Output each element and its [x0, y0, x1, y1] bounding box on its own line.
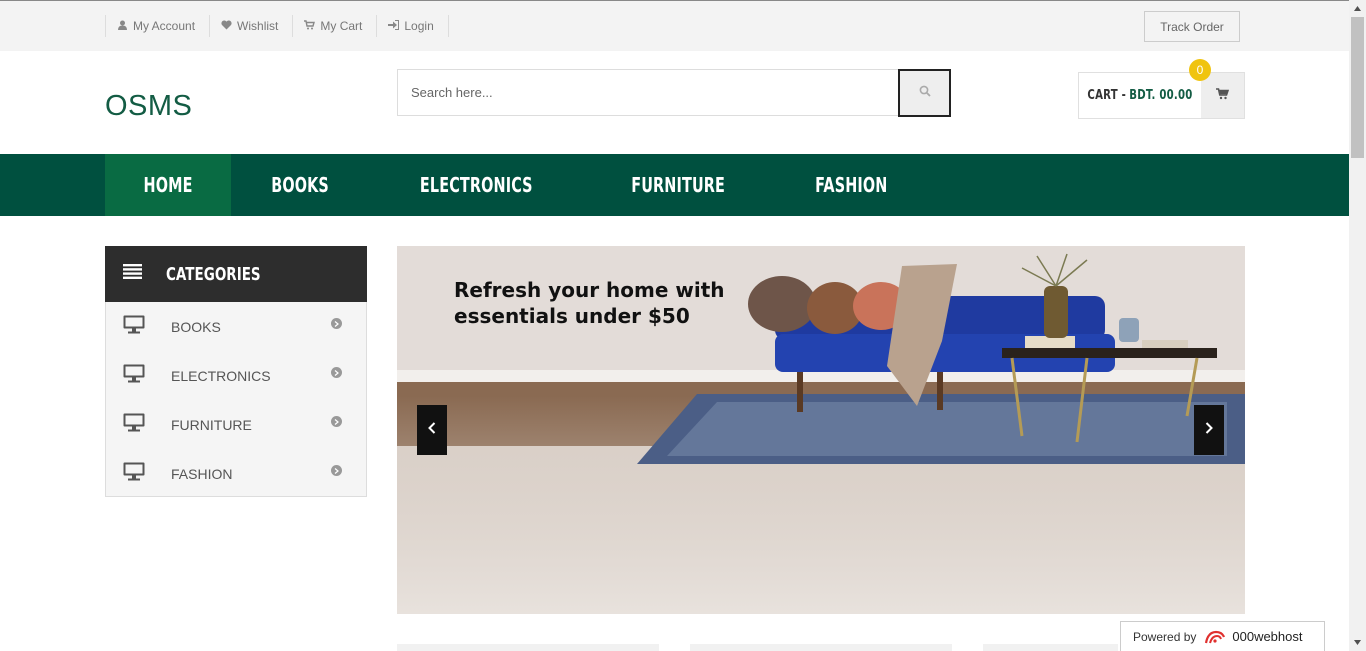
chevron-right-icon	[1205, 421, 1213, 439]
nav-item-furniture[interactable]: FURNITURE	[584, 154, 772, 216]
site-logo[interactable]: OSMS	[105, 90, 192, 123]
top-bar: My Account Wishlist My Cart Login Track …	[0, 0, 1349, 51]
search-input[interactable]	[397, 69, 899, 116]
login-label: Login	[404, 19, 434, 33]
track-order-button[interactable]: Track Order	[1144, 11, 1240, 42]
chevron-left-icon	[428, 421, 436, 439]
banner-headline: Refresh your home with essentials under …	[454, 277, 734, 329]
banner-headline-line-1: Refresh your home with	[454, 278, 725, 302]
cart-icon-box	[1201, 73, 1244, 118]
category-label: FASHION	[171, 465, 233, 482]
hero-banner[interactable]: Refresh your home with essentials under …	[397, 246, 1245, 614]
cart-summary-button[interactable]: CART - BDT. 00.00	[1078, 72, 1245, 119]
heart-icon	[221, 19, 232, 33]
main-nav: HOME BOOKS ELECTRONICS FURNITURE FASHION	[0, 154, 1349, 216]
chevron-right-icon	[331, 318, 342, 329]
webhost-logo-icon	[1204, 629, 1226, 645]
monitor-icon	[123, 462, 145, 486]
nav-item-electronics[interactable]: ELECTRONICS	[369, 154, 584, 216]
powered-by-label: Powered by	[1133, 629, 1197, 644]
scrollbar-thumb[interactable]	[1351, 17, 1364, 158]
cart-count-badge: 0	[1189, 59, 1211, 81]
category-item-books[interactable]: BOOKS	[106, 302, 366, 351]
category-label: BOOKS	[171, 318, 221, 335]
search-button[interactable]	[898, 69, 951, 117]
my-cart-label: My Cart	[320, 19, 363, 33]
monitor-icon	[123, 315, 145, 339]
cart-amount: BDT. 00.00	[1129, 88, 1193, 103]
nav-item-home[interactable]: HOME	[105, 154, 232, 216]
nav-item-fashion[interactable]: FASHION	[772, 154, 931, 216]
user-icon	[117, 20, 127, 33]
nav-item-electronics-label: ELECTRONICS	[420, 173, 533, 197]
scroll-up-icon[interactable]	[1349, 0, 1366, 17]
chevron-right-icon	[331, 367, 342, 378]
category-item-furniture[interactable]: FURNITURE	[106, 400, 366, 449]
slider-next-button[interactable]	[1194, 405, 1224, 455]
my-account-label: My Account	[133, 19, 196, 33]
monitor-icon	[123, 364, 145, 388]
cart-text: CART -	[1087, 88, 1127, 103]
menu-icon	[123, 264, 142, 284]
search-bar	[397, 69, 951, 117]
nav-item-fashion-label: FASHION	[815, 173, 888, 197]
nav-item-home-label: HOME	[143, 173, 193, 197]
cart-icon	[1216, 87, 1230, 105]
powered-by-brand: 000webhost	[1232, 629, 1303, 644]
product-card-edge	[397, 644, 659, 651]
chevron-right-icon	[331, 416, 342, 427]
product-card-edge	[690, 644, 952, 651]
cart-icon	[304, 19, 316, 33]
categories-header[interactable]: CATEGORIES	[105, 246, 367, 302]
category-item-electronics[interactable]: ELECTRONICS	[106, 351, 366, 400]
category-label: ELECTRONICS	[171, 367, 271, 384]
nav-item-furniture-label: FURNITURE	[631, 173, 725, 197]
login-link[interactable]: Login	[376, 15, 449, 37]
my-cart-link[interactable]: My Cart	[292, 15, 376, 37]
category-item-fashion[interactable]: FASHION	[106, 449, 366, 498]
search-icon	[919, 84, 931, 102]
cart-label: CART - BDT. 00.00	[1087, 73, 1192, 118]
nav-item-books-label: BOOKS	[271, 173, 330, 197]
banner-headline-line-2: essentials under $50	[454, 304, 690, 328]
top-links: My Account Wishlist My Cart Login	[105, 15, 449, 37]
categories-list: BOOKS ELECTRONICS FURNITURE FASHION	[105, 302, 367, 497]
powered-by-badge[interactable]: Powered by 000webhost	[1120, 621, 1325, 651]
category-label: FURNITURE	[171, 416, 252, 433]
chevron-right-icon	[331, 465, 342, 476]
wishlist-link[interactable]: Wishlist	[209, 15, 292, 37]
my-account-link[interactable]: My Account	[105, 15, 209, 37]
wishlist-label: Wishlist	[237, 19, 279, 33]
monitor-icon	[123, 413, 145, 437]
slider-prev-button[interactable]	[417, 405, 447, 455]
nav-item-books[interactable]: BOOKS	[231, 154, 369, 216]
scroll-down-icon[interactable]	[1349, 634, 1366, 651]
categories-title: CATEGORIES	[166, 263, 261, 285]
login-icon	[388, 19, 400, 33]
product-card-edge	[983, 644, 1118, 651]
